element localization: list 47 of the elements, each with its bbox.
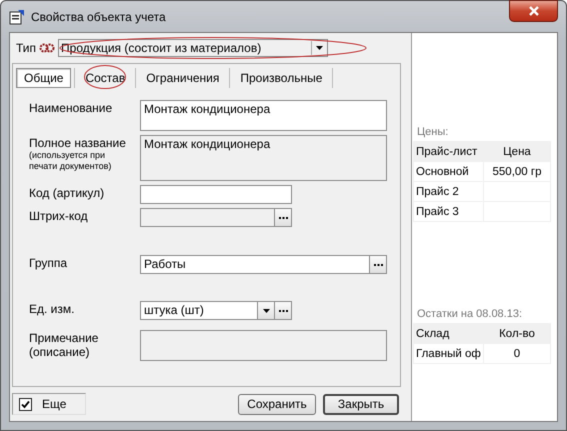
gears-icon bbox=[39, 42, 56, 54]
browse-button[interactable] bbox=[370, 255, 387, 274]
tab[interactable]: Общие bbox=[16, 68, 72, 88]
save-button[interactable]: Сохранить bbox=[238, 394, 316, 414]
table-cell: Основной bbox=[416, 166, 469, 178]
field-label: Код (артикул) bbox=[29, 186, 106, 200]
dropdown-button[interactable] bbox=[258, 301, 275, 320]
close-button[interactable] bbox=[509, 0, 558, 22]
prices-title: Цены: bbox=[416, 126, 450, 138]
column-header: Кол-во bbox=[484, 324, 550, 344]
tab[interactable]: Состав bbox=[78, 69, 132, 87]
table-cell: 0 bbox=[514, 348, 520, 360]
column-header: Цена bbox=[484, 142, 550, 162]
field-label: Штрих-код bbox=[29, 209, 89, 223]
unit-dropdown[interactable]: штука (шт) bbox=[140, 301, 258, 320]
table-cell: 550,00 гр bbox=[492, 166, 542, 178]
column-header: Склад bbox=[414, 324, 484, 344]
form-icon bbox=[9, 8, 25, 24]
browse-button[interactable] bbox=[275, 208, 292, 227]
input-field[interactable]: Работы bbox=[140, 255, 370, 274]
column-header: Прайс-лист bbox=[414, 142, 484, 162]
field-label: Наименование bbox=[29, 101, 114, 115]
type-label: Тип bbox=[16, 41, 36, 55]
caret-icon bbox=[316, 46, 324, 50]
table-cell: Главный оф bbox=[416, 348, 481, 360]
close-icon bbox=[528, 6, 540, 16]
type-dropdown[interactable]: Продукция (состоит из материалов) bbox=[58, 39, 328, 57]
window-title: Свойства объекта учета bbox=[31, 10, 166, 24]
check-icon bbox=[21, 400, 30, 408]
field-note: (используется при печати документов) bbox=[29, 150, 112, 172]
text-area[interactable]: Монтаж кондиционера bbox=[140, 100, 387, 131]
close-dialog-button[interactable]: Закрыть bbox=[323, 394, 399, 414]
browse-button[interactable] bbox=[275, 301, 292, 320]
table-cell: Прайс 2 bbox=[416, 186, 459, 198]
field-label: Полное название bbox=[29, 136, 127, 150]
more-checkbox[interactable]: Еще bbox=[12, 393, 86, 415]
caret-icon bbox=[262, 308, 270, 312]
stock-title: Остатки на 08.08.13: bbox=[416, 308, 524, 320]
field-label: Ед. изм. bbox=[29, 302, 76, 316]
tab[interactable]: Ограничения bbox=[139, 69, 226, 87]
input-field[interactable] bbox=[140, 185, 292, 204]
tab[interactable]: Произвольные bbox=[233, 69, 330, 87]
table-cell: Прайс 3 bbox=[416, 206, 459, 218]
checkbox[interactable] bbox=[19, 398, 32, 410]
annotation-ellipse bbox=[83, 64, 127, 90]
field-label: Группа bbox=[29, 256, 68, 270]
field-label: Примечание (описание) bbox=[29, 331, 100, 359]
